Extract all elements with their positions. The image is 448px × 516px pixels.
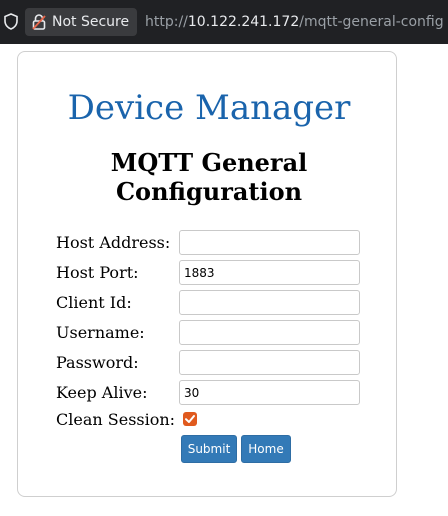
client-id-label: Client Id:: [56, 293, 132, 312]
browser-address-bar: Not Secure http://10.122.241.172/mqtt-ge…: [0, 0, 448, 44]
site-security-button[interactable]: Not Secure: [25, 8, 137, 36]
host-address-label: Host Address:: [56, 233, 171, 252]
host-address-input[interactable]: [179, 230, 360, 255]
page-title-line-2: Configuration: [115, 177, 303, 206]
clean-session-checkbox[interactable]: [183, 412, 197, 426]
password-input[interactable]: [179, 350, 360, 375]
checkmark-icon: [185, 415, 195, 423]
url-path: /mqtt-general-config: [299, 14, 444, 30]
clean-session-row: Clean Session:: [56, 407, 376, 433]
username-label: Username:: [56, 323, 145, 342]
username-input[interactable]: [179, 320, 360, 345]
brand-title: Device Manager: [67, 88, 351, 128]
clean-session-label: Clean Session:: [56, 410, 176, 429]
page-title-line-1: MQTT General: [110, 148, 308, 177]
url-host: 10.122.241.172: [187, 14, 300, 30]
home-button[interactable]: Home: [241, 435, 291, 463]
insecure-lock-icon: [32, 14, 46, 30]
shield-icon[interactable]: [4, 13, 18, 30]
keep-alive-row: Keep Alive:: [56, 380, 376, 406]
security-status-label: Not Secure: [52, 14, 130, 30]
keep-alive-input[interactable]: [179, 380, 360, 405]
client-id-input[interactable]: [179, 290, 360, 315]
page-title: MQTT General Configuration: [0, 148, 418, 206]
host-address-row: Host Address:: [56, 230, 376, 256]
url-text[interactable]: http://10.122.241.172/mqtt-general-confi…: [145, 14, 444, 30]
host-port-input[interactable]: [179, 260, 360, 285]
client-id-row: Client Id:: [56, 290, 376, 316]
host-port-label: Host Port:: [56, 263, 139, 282]
url-scheme: http://: [145, 14, 188, 30]
submit-button[interactable]: Submit: [181, 435, 237, 463]
keep-alive-label: Keep Alive:: [56, 383, 148, 402]
host-port-row: Host Port:: [56, 260, 376, 286]
password-label: Password:: [56, 353, 139, 372]
password-row: Password:: [56, 350, 376, 376]
username-row: Username:: [56, 320, 376, 346]
